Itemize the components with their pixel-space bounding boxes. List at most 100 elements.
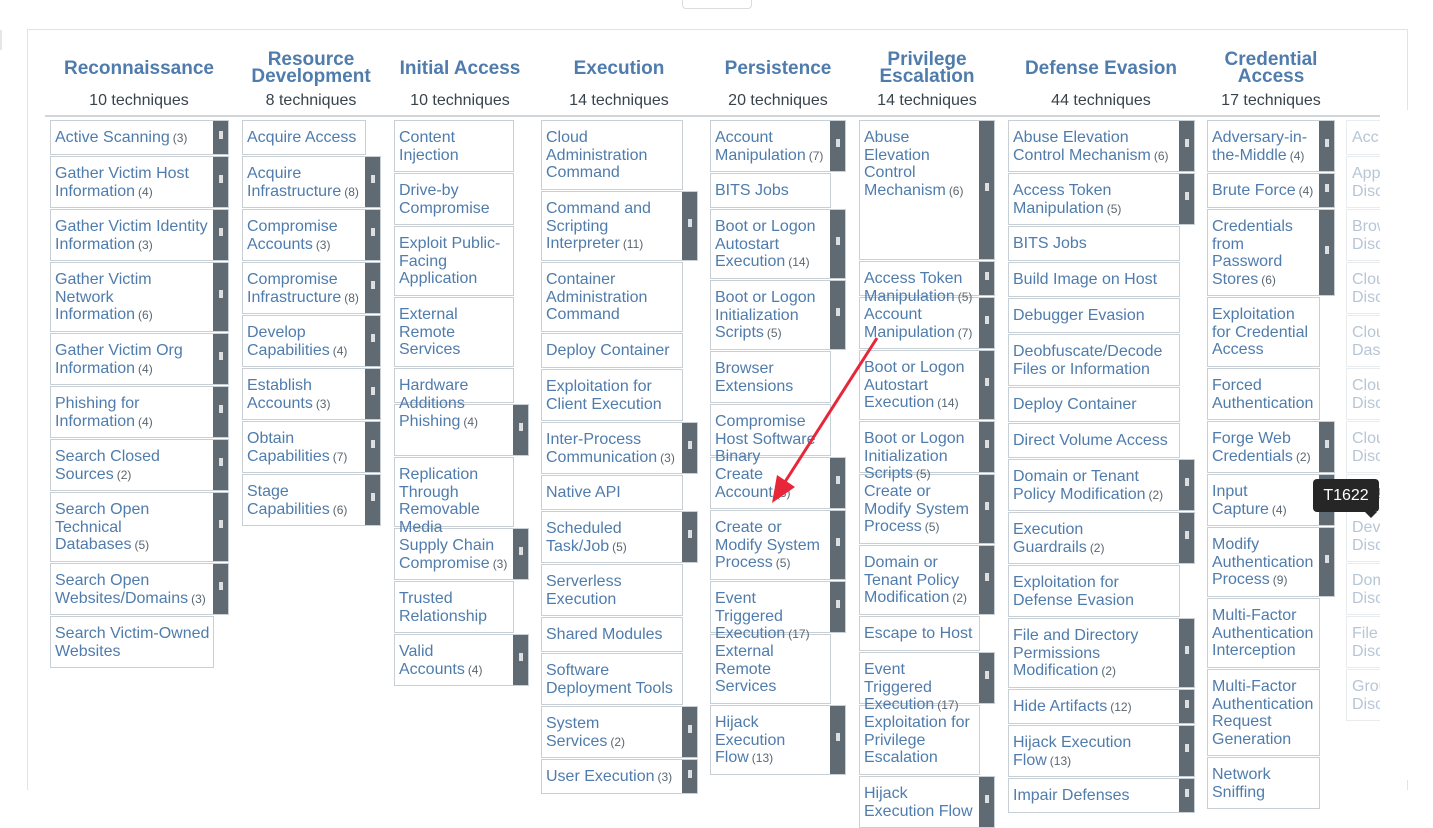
technique-cell[interactable]: Compromise Accounts (3) ll	[242, 209, 381, 261]
technique-name[interactable]: Phishing	[399, 413, 460, 430]
expand-subtechniques-handle[interactable]: ll	[365, 369, 380, 419]
technique-link[interactable]: Debugger Evasion	[1009, 299, 1179, 332]
technique-name[interactable]: Hijack Execution Flow	[1013, 734, 1131, 769]
technique-cell[interactable]: Credentials from Password Stores (6) ll	[1207, 209, 1335, 296]
technique-name[interactable]: Exploit Public-Facing Application	[399, 235, 500, 287]
technique-cell[interactable]: Software Deployment Tools	[541, 653, 683, 705]
technique-name[interactable]: Direct Volume Access	[1013, 432, 1168, 449]
technique-name[interactable]: Exploitation for Defense Evasion	[1013, 574, 1134, 609]
technique-name[interactable]: Software Deployment Tools	[546, 662, 673, 697]
technique-name[interactable]: Abuse Elevation Control Mechanism	[864, 129, 946, 199]
technique-cell[interactable]: Active Scanning (3) ll	[50, 120, 229, 155]
technique-link[interactable]: Search Victim-Owned Websites	[51, 617, 213, 667]
technique-link[interactable]: Event Triggered Execution (17)	[860, 653, 979, 713]
technique-name[interactable]: Impair Defenses	[1013, 787, 1130, 804]
technique-link[interactable]: Hardware Additions	[395, 369, 513, 412]
technique-cell[interactable]: Boot or Logon Autostart Execution (14) ll	[859, 350, 995, 420]
technique-cell[interactable]: Drive-by Compromise	[394, 173, 514, 225]
expand-subtechniques-handle[interactable]: ll	[365, 157, 380, 207]
expand-subtechniques-handle[interactable]: ll	[830, 582, 845, 632]
technique-cell[interactable]: Event Triggered Execution (17) ll	[710, 581, 846, 642]
technique-link[interactable]: Compromise Host Software Binary	[711, 405, 830, 465]
expand-subtechniques-handle[interactable]: ll	[1179, 174, 1194, 224]
technique-cell[interactable]: Exploitation for Privilege Escalation	[859, 705, 980, 775]
technique-cell[interactable]: Hardware Additions	[394, 368, 514, 412]
technique-name[interactable]: External Remote Services	[399, 306, 460, 358]
technique-name[interactable]: Browser Extensions	[715, 360, 793, 395]
expand-subtechniques-handle[interactable]: ll	[979, 298, 994, 348]
tactic-title[interactable]: Resource Development	[231, 50, 391, 86]
technique-link[interactable]: User Execution (3)	[542, 760, 682, 793]
tactic-title[interactable]: Initial Access	[380, 50, 540, 86]
tactic-title[interactable]: Persistence	[698, 50, 858, 86]
technique-name[interactable]: Gather Victim Identity Information	[55, 218, 208, 253]
technique-link[interactable]: Serverless Execution	[542, 565, 682, 615]
technique-cell[interactable]: Forge Web Credentials (2) ll	[1207, 421, 1335, 473]
technique-cell[interactable]: Access Token Manipulation (5) ll	[859, 261, 995, 305]
expand-subtechniques-handle[interactable]: ll	[365, 316, 380, 366]
expand-subtechniques-handle[interactable]: ll	[213, 157, 228, 207]
technique-link[interactable]: Boot or Logon Initialization Scripts (5)	[860, 422, 979, 482]
technique-cell[interactable]: Phishing for Information (4) ll	[50, 386, 229, 438]
technique-link[interactable]: Exploit Public-Facing Application	[395, 227, 513, 295]
expand-subtechniques-handle[interactable]: ll	[513, 405, 528, 455]
technique-link[interactable]: Impair Defenses	[1009, 779, 1179, 812]
technique-name[interactable]: Hijack Execution Flow	[864, 785, 973, 820]
technique-cell[interactable]: Forced Authentication	[1207, 368, 1320, 420]
technique-cell[interactable]: Inter-Process Communication (3) ll	[541, 422, 698, 474]
expand-subtechniques-handle[interactable]: ll	[979, 777, 994, 827]
technique-link[interactable]: Direct Volume Access	[1009, 424, 1179, 457]
technique-cell[interactable]: Search Victim-Owned Websites	[50, 616, 214, 668]
expand-subtechniques-handle[interactable]: ll	[1179, 513, 1194, 563]
technique-cell[interactable]: Hijack Execution Flow ll	[859, 776, 995, 828]
expand-subtechniques-handle[interactable]: ll	[1319, 121, 1334, 171]
technique-name[interactable]: Hijack Execution Flow	[715, 714, 785, 766]
technique-name[interactable]: Access Token Manipulation	[1013, 182, 1111, 217]
technique-name[interactable]: Account Manipulation	[864, 306, 955, 341]
technique-name[interactable]: BITS Jobs	[1013, 235, 1087, 252]
technique-name[interactable]: Brute Force	[1212, 182, 1296, 199]
expand-subtechniques-handle[interactable]: ll	[1179, 121, 1194, 171]
tactic-title[interactable]: Credential Access	[1191, 50, 1351, 86]
technique-cell[interactable]: Valid Accounts (4) ll	[394, 634, 529, 686]
expand-subtechniques-handle[interactable]: ll	[213, 387, 228, 437]
technique-name[interactable]: Forced Authentication	[1212, 377, 1313, 412]
technique-cell[interactable]: Boot or Logon Initialization Scripts (5) l…	[859, 421, 995, 482]
technique-link[interactable]: Drive-by Compromise	[395, 174, 513, 224]
technique-cell[interactable]: Gather Victim Host Information (4) ll	[50, 156, 229, 208]
technique-cell[interactable]: Exploit Public-Facing Application	[394, 226, 514, 296]
technique-link[interactable]: Exploitation for Privilege Escalation	[860, 706, 979, 774]
expand-subtechniques-handle[interactable]: ll	[1319, 422, 1334, 472]
technique-link[interactable]: Domain or Tenant Policy Modification (2)	[860, 546, 979, 614]
technique-name[interactable]: Exploitation for Client Execution	[546, 378, 662, 413]
technique-cell[interactable]: Gather Victim Network Information (6) ll	[50, 262, 229, 332]
technique-link[interactable]: Hijack Execution Flow (13)	[1009, 726, 1179, 776]
technique-name[interactable]: Serverless Execution	[546, 573, 622, 608]
technique-cell[interactable]: Deobfuscate/Decode Files or Information	[1008, 334, 1180, 386]
technique-cell[interactable]: Create or Modify System Process (5) ll	[710, 510, 846, 580]
technique-name[interactable]: Search Closed Sources	[55, 448, 160, 483]
expand-subtechniques-handle[interactable]: ll	[682, 707, 697, 757]
technique-link[interactable]: Deobfuscate/Decode Files or Information	[1009, 335, 1179, 385]
technique-link[interactable]: Content Injection	[395, 121, 513, 171]
technique-link[interactable]: Browser Extensions	[711, 352, 830, 402]
technique-link[interactable]: Credentials from Password Stores (6)	[1208, 210, 1319, 295]
technique-link[interactable]: Trusted Relationship	[395, 582, 513, 632]
technique-name[interactable]: Deploy Container	[1013, 396, 1137, 413]
technique-name[interactable]: Exploitation for Privilege Escalation	[864, 714, 970, 766]
technique-link[interactable]: Gather Victim Network Information (6)	[51, 263, 213, 331]
technique-link[interactable]: Search Open Technical Databases (5)	[51, 493, 213, 561]
technique-cell[interactable]: Domain or Tenant Policy Modification (2) l…	[859, 545, 995, 615]
technique-name[interactable]: Execution Guardrails	[1013, 521, 1087, 556]
technique-link[interactable]: Account Manipulation (7)	[711, 121, 830, 171]
technique-link[interactable]: Create or Modify System Process (5)	[860, 475, 979, 543]
technique-link[interactable]: Build Image on Host	[1009, 263, 1179, 296]
technique-link[interactable]: Command and Scripting Interpreter (11)	[542, 192, 682, 260]
expand-subtechniques-handle[interactable]: ll	[213, 210, 228, 260]
technique-link[interactable]: Exploitation for Client Execution	[542, 370, 682, 420]
expand-subtechniques-handle[interactable]: ll	[979, 422, 994, 472]
technique-cell[interactable]: Create Account (3) ll	[710, 457, 846, 509]
technique-name[interactable]: Drive-by Compromise	[399, 182, 490, 217]
technique-cell[interactable]: Adversary-in-the-Middle (4) ll	[1207, 120, 1335, 172]
technique-link[interactable]: Input Capture (4)	[1208, 475, 1319, 525]
